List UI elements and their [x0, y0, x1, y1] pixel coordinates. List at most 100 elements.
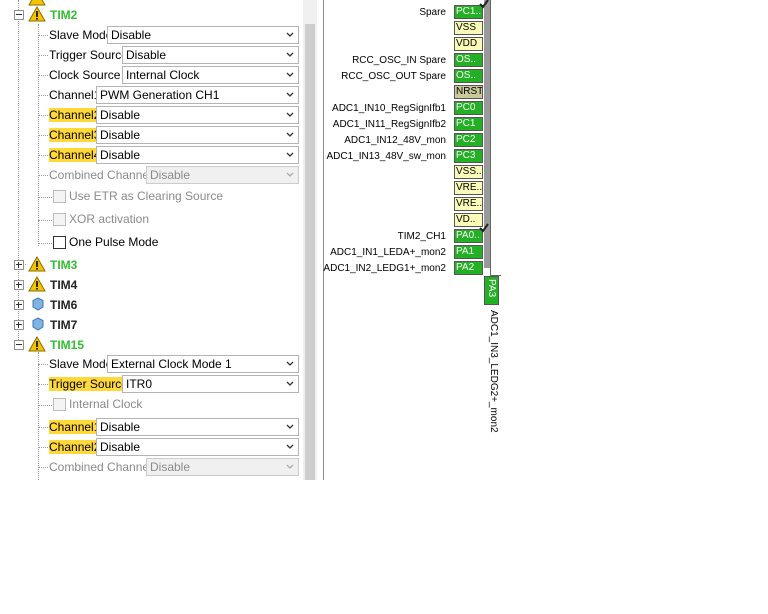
pin-pa1[interactable]: PA1 [454, 245, 483, 259]
tim2-channel2-label: Channel2 [49, 108, 101, 122]
tim4-label[interactable]: TIM4 [50, 278, 77, 292]
tim2-slave-mode-label: Slave Mode [49, 28, 113, 42]
select-value: PWM Generation CH1 [100, 88, 220, 102]
shield-icon [32, 297, 44, 311]
tim2-trigger-source-select[interactable]: Disable [122, 46, 299, 64]
tim15-channel1-select[interactable]: Disable [96, 418, 299, 436]
select-value: Disable [100, 420, 141, 434]
pin-label: RCC_OSC_OUT Spare [341, 71, 446, 82]
pin-pa2[interactable]: PA2 [454, 261, 483, 275]
collapse-tim15-toggle[interactable] [14, 340, 24, 350]
pin-label: ADC1_IN13_48V_sw_mon [326, 151, 446, 162]
tim6-label[interactable]: TIM6 [50, 298, 77, 312]
select-value: External Clock Mode 1 [111, 357, 232, 371]
pin-label: ADC1_IN12_48V_mon [344, 135, 446, 146]
tim3-label[interactable]: TIM3 [50, 258, 77, 272]
tim15-channel2-select[interactable]: Disable [96, 438, 299, 456]
tim15-label[interactable]: TIM15 [50, 338, 84, 352]
tim2-channel3-label: Channel3 [49, 128, 101, 142]
tim2-clock-source-label: Clock Source [49, 68, 121, 82]
select-value: Disable [100, 108, 141, 122]
expand-tim4-toggle[interactable] [14, 280, 24, 290]
pin-pushpin-icon [479, 223, 489, 233]
scrollbar-thumb[interactable] [305, 24, 315, 480]
chevron-down-icon [286, 152, 294, 157]
pin-name: PA3 [486, 279, 497, 298]
internal-clock-label: Internal Clock [69, 397, 143, 411]
pin-vdd[interactable]: VDD [454, 37, 483, 51]
pin-pushpin-icon [479, 0, 489, 9]
select-value: ITR0 [126, 377, 153, 391]
internal-clock-checkbox [53, 398, 66, 411]
pin-label: ADC1_IN10_RegSignIfb1 [332, 103, 446, 114]
warning-icon [28, 276, 46, 292]
tree-scrollbar[interactable] [303, 0, 317, 480]
tim2-combined-channels-label: Combined Channels [49, 168, 158, 182]
warning-icon [28, 336, 46, 352]
tim2-slave-mode-select[interactable]: Disable [107, 26, 299, 44]
tim2-channel1-select[interactable]: PWM Generation CH1 [96, 86, 299, 104]
one-pulse-mode-checkbox[interactable] [53, 236, 66, 249]
pin-label: ADC1_IN1_LEDA+_mon2 [330, 247, 446, 258]
tim15-slave-mode-label: Slave Mode [49, 357, 113, 371]
warning-icon [28, 256, 46, 272]
tim15-trigger-source-select[interactable]: ITR0 [122, 375, 299, 393]
expand-tim7-toggle[interactable] [14, 320, 24, 330]
pin-vss[interactable]: VSS [454, 21, 483, 35]
chevron-down-icon [286, 112, 294, 117]
panel-divider[interactable] [323, 0, 324, 480]
pin-nrst[interactable]: NRST [454, 85, 483, 99]
use-etr-clearing-label: Use ETR as Clearing Source [69, 189, 224, 203]
select-value: Internal Clock [126, 68, 200, 82]
tim2-channel2-select[interactable]: Disable [96, 106, 299, 124]
pin-osc-in[interactable]: OS.. [454, 53, 483, 67]
expand-tim6-toggle[interactable] [14, 300, 24, 310]
chevron-down-icon [286, 444, 294, 449]
chevron-down-icon [286, 381, 294, 386]
tim15-combined-channels-label: Combined Channels [49, 460, 158, 474]
shield-icon [32, 317, 44, 331]
pin-pc1[interactable]: PC1 [454, 117, 483, 131]
tim15-channel1-label: Channel1 [49, 420, 101, 434]
pin-label: TIM2_CH1 [397, 231, 446, 242]
one-pulse-mode-label[interactable]: One Pulse Mode [69, 235, 158, 249]
xor-activation-checkbox [53, 213, 66, 226]
pin-osc-out[interactable]: OS.. [454, 69, 483, 83]
tim2-clock-source-select[interactable]: Internal Clock [122, 66, 299, 84]
select-value: Disable [126, 48, 167, 62]
pin-pa3[interactable]: PA3 [484, 276, 499, 305]
tim7-label[interactable]: TIM7 [50, 318, 77, 332]
pin-label: ADC1_IN2_LEDG1+_mon2 [323, 263, 446, 274]
select-value: Disable [150, 168, 191, 182]
collapse-tim2-toggle[interactable] [14, 10, 24, 20]
pin-pc2[interactable]: PC2 [454, 133, 483, 147]
select-value: Disable [150, 460, 191, 474]
chevron-down-icon [286, 464, 294, 469]
chip-body [490, 0, 501, 276]
select-value: Disable [100, 440, 141, 454]
select-value: Disable [100, 148, 141, 162]
pin-pc0[interactable]: PC0 [454, 101, 483, 115]
chevron-down-icon [286, 172, 294, 177]
tim2-channel4-select[interactable]: Disable [96, 146, 299, 164]
chevron-down-icon [286, 72, 294, 77]
pin-vref-plus[interactable]: VRE.. [454, 197, 483, 211]
pin-vssa[interactable]: VSS.. [454, 165, 483, 179]
xor-activation-label: XOR activation [69, 212, 150, 226]
tim15-slave-mode-select[interactable]: External Clock Mode 1 [107, 355, 299, 373]
chevron-down-icon [286, 92, 294, 97]
pin-pc3[interactable]: PC3 [454, 149, 483, 163]
tim15-channel2-label: Channel2 [49, 440, 101, 454]
configuration-tree[interactable]: TIM2 Slave Mode Disable Trigger Source D… [0, 0, 303, 480]
tim2-label[interactable]: TIM2 [50, 8, 77, 22]
chevron-down-icon [286, 132, 294, 137]
warning-icon [28, 6, 46, 22]
chevron-down-icon [286, 32, 294, 37]
tim2-combined-channels-select: Disable [146, 166, 299, 184]
pin-label: RCC_OSC_IN Spare [352, 55, 446, 66]
select-value: Disable [111, 28, 152, 42]
pin-vref-minus[interactable]: VRE.. [454, 181, 483, 195]
expand-tim3-toggle[interactable] [14, 260, 24, 270]
chevron-down-icon [286, 361, 294, 366]
tim2-channel3-select[interactable]: Disable [96, 126, 299, 144]
